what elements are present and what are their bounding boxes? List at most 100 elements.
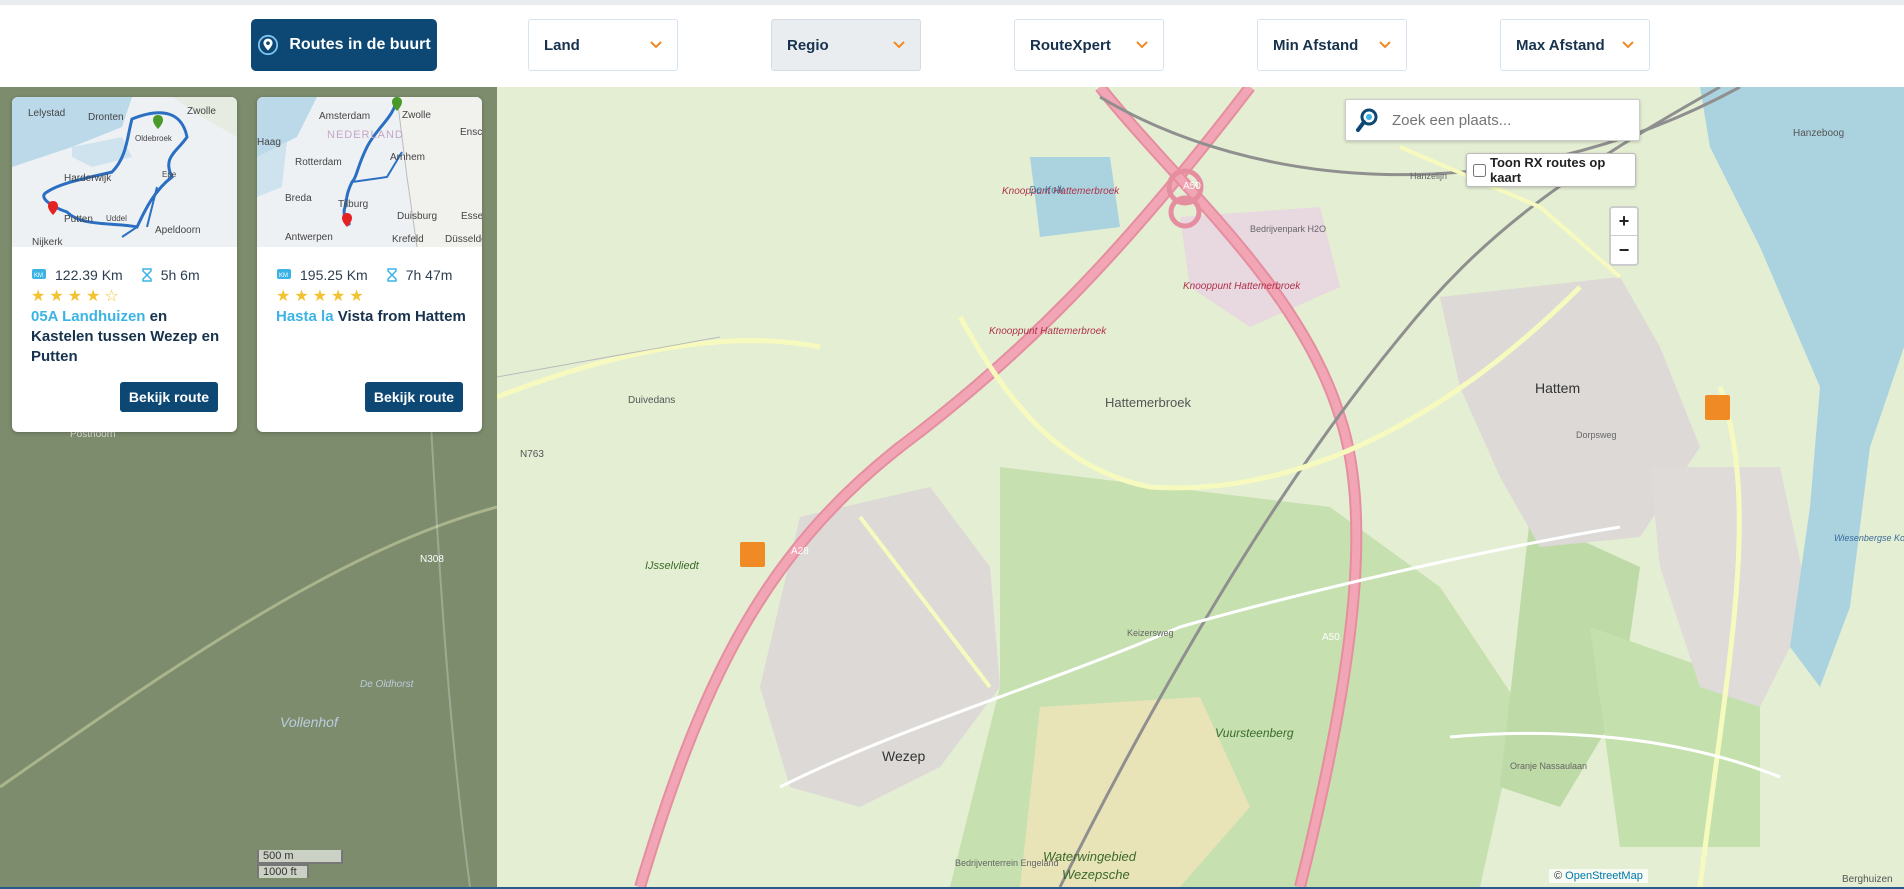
hourglass-icon — [141, 268, 152, 282]
map-label-a50-2: A50 — [1322, 632, 1340, 643]
routes-nearby-button[interactable]: Routes in de buurt — [251, 19, 437, 71]
max-distance-dropdown[interactable]: Max Afstand — [1500, 19, 1650, 71]
scale-meters: 500 m — [257, 850, 343, 864]
distance-icon: KM — [277, 269, 291, 279]
hourglass-icon — [386, 268, 397, 282]
map-label-wiesenbergse: Wiesenbergse Kolk — [1834, 533, 1904, 543]
thumb-label: Uddel — [106, 214, 127, 223]
place-search[interactable] — [1345, 99, 1640, 141]
thumb-label: Breda — [285, 193, 312, 204]
map-label-duivedans: Duivedans — [628, 395, 675, 406]
map-label-vollenhof: Vollenhof — [280, 714, 340, 730]
map-label-dekolk: De Kolk — [1029, 185, 1065, 196]
thumb-label: Dronten — [88, 112, 124, 123]
view-route-button[interactable]: Bekijk route — [365, 382, 463, 412]
svg-text:KM: KM — [279, 273, 288, 279]
filter-bar: Routes in de buurt Land Regio RouteXpert… — [0, 5, 1904, 87]
route-stats: KM 122.39 Km 5h 6m — [31, 267, 200, 283]
distance-icon: KM — [32, 269, 46, 279]
routexpert-label: RouteXpert — [1030, 36, 1111, 54]
thumb-label: Arnhem — [390, 152, 425, 163]
zoom-control: + − — [1609, 206, 1639, 266]
map-label-bedrijvenpark: Bedrijvenpark H2O — [1250, 224, 1326, 234]
regio-dropdown[interactable]: Regio — [771, 19, 921, 71]
map-container[interactable]: Wezep Hattem Hattemerbroek Vuursteenberg… — [0, 87, 1904, 887]
thumb-label: Antwerpen — [285, 232, 333, 243]
place-search-input[interactable] — [1392, 111, 1622, 129]
rating-stars: ★★★★★ — [276, 288, 368, 305]
thumb-label: Oldebroek — [135, 134, 173, 143]
map-label-wezepsche: Wezepsche — [1062, 867, 1130, 882]
scale-feet: 1000 ft — [257, 864, 309, 878]
chevron-down-icon — [1136, 41, 1148, 49]
routes-nearby-label: Routes in de buurt — [289, 36, 431, 53]
map-label-oranje: Oranje Nassaulaan — [1510, 761, 1587, 771]
min-distance-dropdown[interactable]: Min Afstand — [1257, 19, 1407, 71]
map-label-hanzeboog: Hanzeboog — [1793, 128, 1844, 139]
thumb-label: Harderwijk — [64, 173, 112, 184]
route-title[interactable]: 05A Landhuizen en Kastelen tussen Wezep … — [31, 307, 221, 367]
results-overlay: Posthoorn N308 Vollenhof De Oldhorst Lel… — [0, 87, 497, 887]
thumb-label: Zwolle — [187, 106, 216, 117]
route-card[interactable]: Lelystad Dronten Zwolle Harderwijk Putte… — [12, 97, 237, 432]
map-label-berghuizen: Berghuizen — [1842, 874, 1893, 885]
view-route-button[interactable]: Bekijk route — [120, 382, 218, 412]
route-map-thumbnail[interactable]: Amsterdam Zwolle Haag NEDERLAND Arnhem R… — [257, 97, 482, 247]
min-distance-label: Min Afstand — [1273, 36, 1359, 54]
route-title-rest: Vista from Hattem — [333, 308, 466, 325]
search-location-icon — [1356, 108, 1378, 132]
chevron-down-icon — [893, 41, 905, 49]
route-distance: 195.25 Km — [300, 267, 368, 283]
location-pin-icon — [258, 34, 279, 56]
map-label-hanzelijn: Hanzelijn — [1410, 171, 1447, 181]
map-label-ijsselvliedt: IJsselvliedt — [645, 560, 700, 572]
route-map-thumbnail[interactable]: Lelystad Dronten Zwolle Harderwijk Putte… — [12, 97, 237, 247]
map-label-wezep: Wezep — [882, 748, 926, 764]
thumb-label: Rotterdam — [295, 157, 342, 168]
route-title[interactable]: Hasta la Vista from Hattem — [276, 307, 466, 327]
thumb-label: NEDERLAND — [327, 129, 404, 141]
thumb-label: Nijkerk — [32, 237, 64, 247]
map-label-n763: N763 — [520, 449, 544, 460]
map-label-a28: A28 — [791, 546, 809, 557]
map-label-hattemerbroek: Hattemerbroek — [1105, 395, 1191, 410]
zoom-out-button[interactable]: − — [1611, 236, 1637, 264]
map-attribution: © OpenStreetMap — [1549, 869, 1648, 883]
map-label-n308: N308 — [420, 554, 444, 565]
chevron-down-icon — [1622, 41, 1634, 49]
route-distance: 122.39 Km — [55, 267, 123, 283]
route-title-highlight: 05A Landhuizen — [31, 308, 146, 325]
routexpert-dropdown[interactable]: RouteXpert — [1014, 19, 1164, 71]
map-scale: 500 m 1000 ft — [257, 850, 343, 878]
zoom-in-button[interactable]: + — [1611, 208, 1637, 236]
regio-label: Regio — [787, 36, 829, 54]
chevron-down-icon — [650, 41, 662, 49]
route-duration: 5h 6m — [160, 267, 200, 283]
thumb-label: Lelystad — [28, 108, 65, 119]
thumb-label: Epe — [162, 170, 177, 179]
attribution-prefix: © — [1554, 870, 1563, 882]
poi-marker[interactable] — [740, 542, 765, 567]
map-label-dorpsweg: Dorpsweg — [1576, 430, 1617, 440]
map-label-deoldhorst: De Oldhorst — [360, 679, 415, 690]
thumb-label: Ensch — [460, 127, 482, 138]
poi-marker[interactable] — [1705, 395, 1730, 420]
land-dropdown[interactable]: Land — [528, 19, 678, 71]
thumb-label: Apeldoorn — [155, 225, 201, 236]
land-label: Land — [544, 36, 580, 54]
openstreetmap-link[interactable]: OpenStreetMap — [1565, 870, 1643, 882]
thumb-label: Putten — [64, 214, 93, 225]
thumb-label: Düsseldorf — [445, 234, 482, 245]
rx-routes-toggle[interactable]: Toon RX routes op kaart — [1466, 153, 1636, 187]
thumb-label: Tilburg — [338, 199, 368, 210]
map-label-a50: A50 — [1183, 181, 1201, 192]
map-label-vuursteenberg: Vuursteenberg — [1215, 726, 1294, 740]
chevron-down-icon — [1379, 41, 1391, 49]
map-label-hattem: Hattem — [1535, 380, 1580, 396]
route-stats: KM 195.25 Km 7h 47m — [276, 267, 452, 283]
map-label-engeland: Bedrijventerrein Engeland — [955, 858, 1059, 868]
svg-text:KM: KM — [34, 273, 43, 279]
map-label-keizersweg: Keizersweg — [1127, 628, 1174, 638]
route-card[interactable]: Amsterdam Zwolle Haag NEDERLAND Arnhem R… — [257, 97, 482, 432]
rx-routes-checkbox[interactable] — [1473, 163, 1486, 177]
